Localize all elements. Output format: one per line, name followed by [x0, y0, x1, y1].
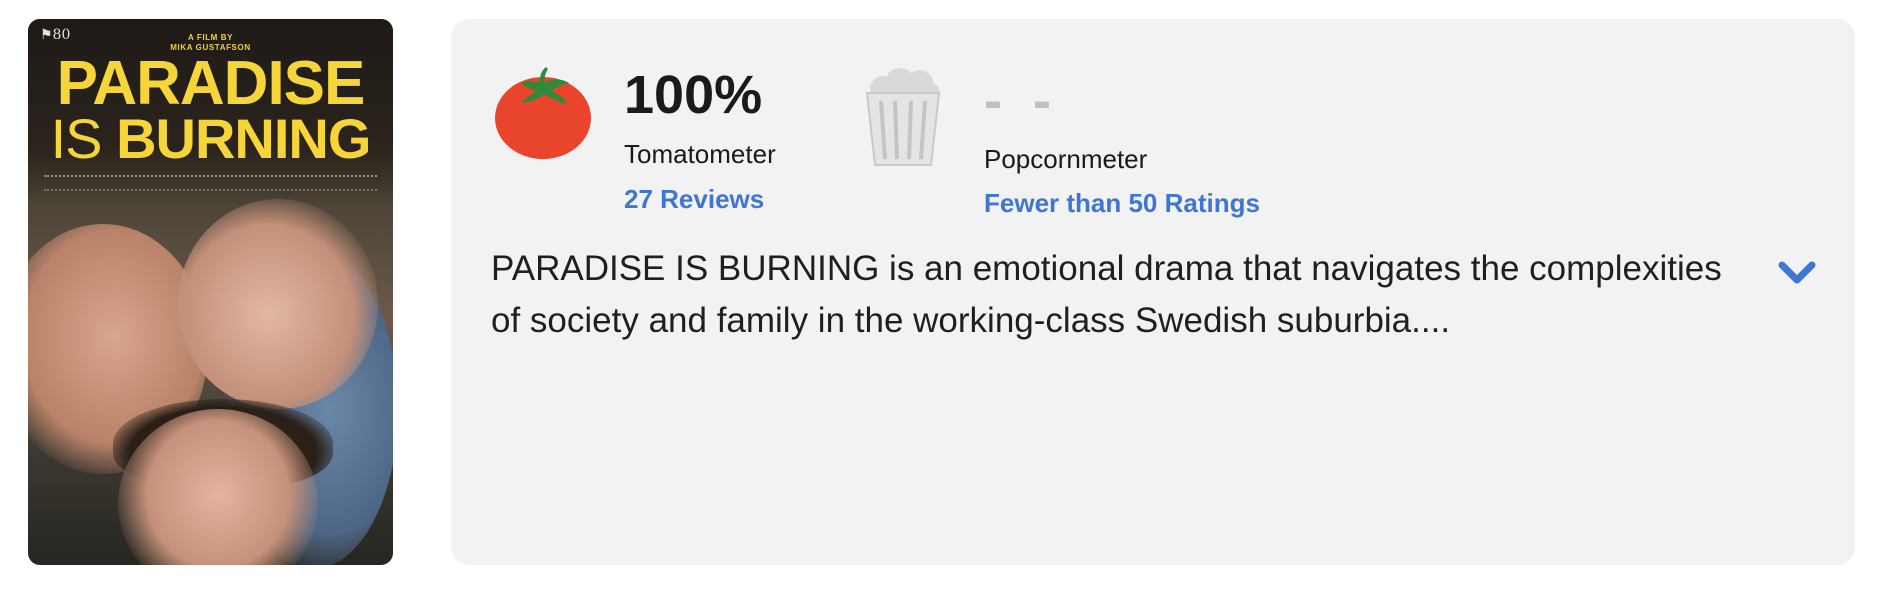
- ratings-count-link[interactable]: Fewer than 50 Ratings: [984, 188, 1260, 219]
- poster-title-burning: BURNING: [116, 107, 371, 170]
- poster-byline-line1: A FILM BY: [187, 33, 234, 42]
- reviews-count-link[interactable]: 27 Reviews: [624, 184, 764, 215]
- poster-credits-block: [44, 175, 377, 191]
- tomatometer-score: 100%: [624, 65, 763, 125]
- synopsis-text: PARADISE IS BURNING is an emotional dram…: [491, 249, 1722, 340]
- movie-poster[interactable]: ⚑80 A FILM BY MIKA GUSTAFSON PARADISE IS…: [28, 19, 393, 565]
- poster-title-line1: PARADISE: [56, 49, 366, 118]
- score-card: 100% Tomatometer 27 Reviews - - Popcornm…: [451, 19, 1855, 565]
- popcornmeter-label: Popcornmeter: [984, 144, 1148, 174]
- chevron-down-icon[interactable]: [1776, 251, 1818, 293]
- poster-title-is: IS: [50, 107, 117, 170]
- tomato-icon: [495, 67, 591, 159]
- tomatometer-label: Tomatometer: [624, 139, 776, 169]
- poster-face-right: [178, 199, 378, 409]
- empty-popcorn-bucket-icon: [865, 68, 941, 166]
- popcornmeter-score: - -: [984, 71, 1059, 131]
- poster-title-line2: IS BURNING: [34, 109, 387, 169]
